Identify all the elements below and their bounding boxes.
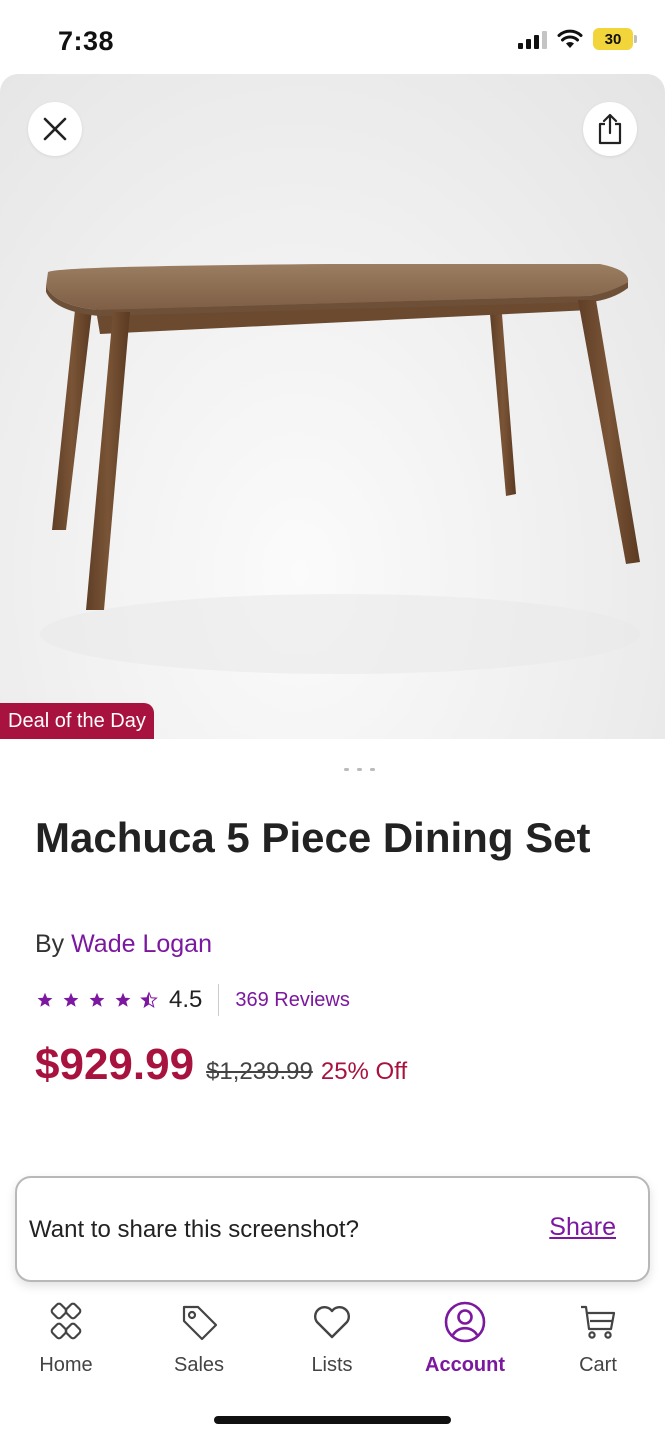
share-screenshot-link[interactable]: Share — [549, 1213, 616, 1242]
star-icon — [37, 992, 53, 1007]
dining-table-image — [40, 264, 640, 674]
cart-icon — [576, 1300, 620, 1344]
star-icon — [63, 992, 79, 1007]
product-title: Machuca 5 Piece Dining Set — [35, 814, 591, 861]
reviews-link[interactable]: 369 Reviews — [235, 989, 350, 1012]
close-icon — [43, 117, 67, 141]
bottom-tab-bar: Home Sales Lists Account Cart — [0, 1300, 665, 1400]
star-icon — [89, 992, 105, 1007]
home-indicator[interactable] — [214, 1416, 451, 1424]
share-button[interactable] — [583, 102, 637, 156]
status-time: 7:38 — [58, 26, 115, 56]
tab-sales[interactable]: Sales — [144, 1300, 254, 1377]
brand-line: By Wade Logan — [35, 930, 212, 959]
home-icon — [44, 1300, 88, 1344]
tab-label: Account — [425, 1354, 505, 1376]
brand-link[interactable]: Wade Logan — [71, 930, 212, 958]
tag-icon — [177, 1300, 221, 1344]
status-bar: 7:38 30 — [0, 0, 665, 80]
tab-lists[interactable]: Lists — [277, 1300, 387, 1377]
status-icons: 30 — [518, 28, 637, 50]
product-image[interactable]: Deal of the Day — [0, 74, 665, 739]
heart-icon — [310, 1300, 354, 1344]
price-row: $929.99 $1,239.99 25% Off — [35, 1040, 407, 1090]
battery-indicator: 30 — [593, 28, 637, 50]
rating-divider — [218, 984, 220, 1016]
rating-row[interactable]: 4.5 369 Reviews — [35, 984, 350, 1016]
tab-account[interactable]: Account — [410, 1300, 520, 1377]
by-prefix: By — [35, 930, 65, 958]
share-icon — [598, 113, 622, 145]
tab-label: Sales — [173, 1354, 225, 1376]
rating-value: 4.5 — [169, 986, 203, 1013]
discount-label: 25% Off — [320, 1058, 408, 1085]
original-price: $1,239.99 — [206, 1058, 313, 1085]
wifi-icon — [557, 29, 583, 48]
carousel-indicator — [344, 768, 375, 771]
tab-label: Cart — [579, 1354, 617, 1376]
close-button[interactable] — [28, 102, 82, 156]
half-star-icon — [140, 991, 158, 1008]
deal-of-the-day-badge: Deal of the Day — [0, 703, 154, 739]
share-prompt-text: Want to share this screenshot? — [29, 1216, 359, 1243]
tab-cart[interactable]: Cart — [543, 1300, 653, 1377]
star-icon — [115, 992, 131, 1007]
share-screenshot-prompt: Want to share this screenshot? Share — [15, 1176, 650, 1282]
tab-home[interactable]: Home — [11, 1300, 121, 1377]
tab-label: Home — [39, 1354, 93, 1376]
current-price: $929.99 — [35, 1040, 195, 1089]
cellular-signal-icon — [518, 29, 547, 49]
rating-stars — [35, 990, 159, 1010]
account-icon — [443, 1300, 487, 1344]
tab-label: Lists — [311, 1354, 353, 1376]
